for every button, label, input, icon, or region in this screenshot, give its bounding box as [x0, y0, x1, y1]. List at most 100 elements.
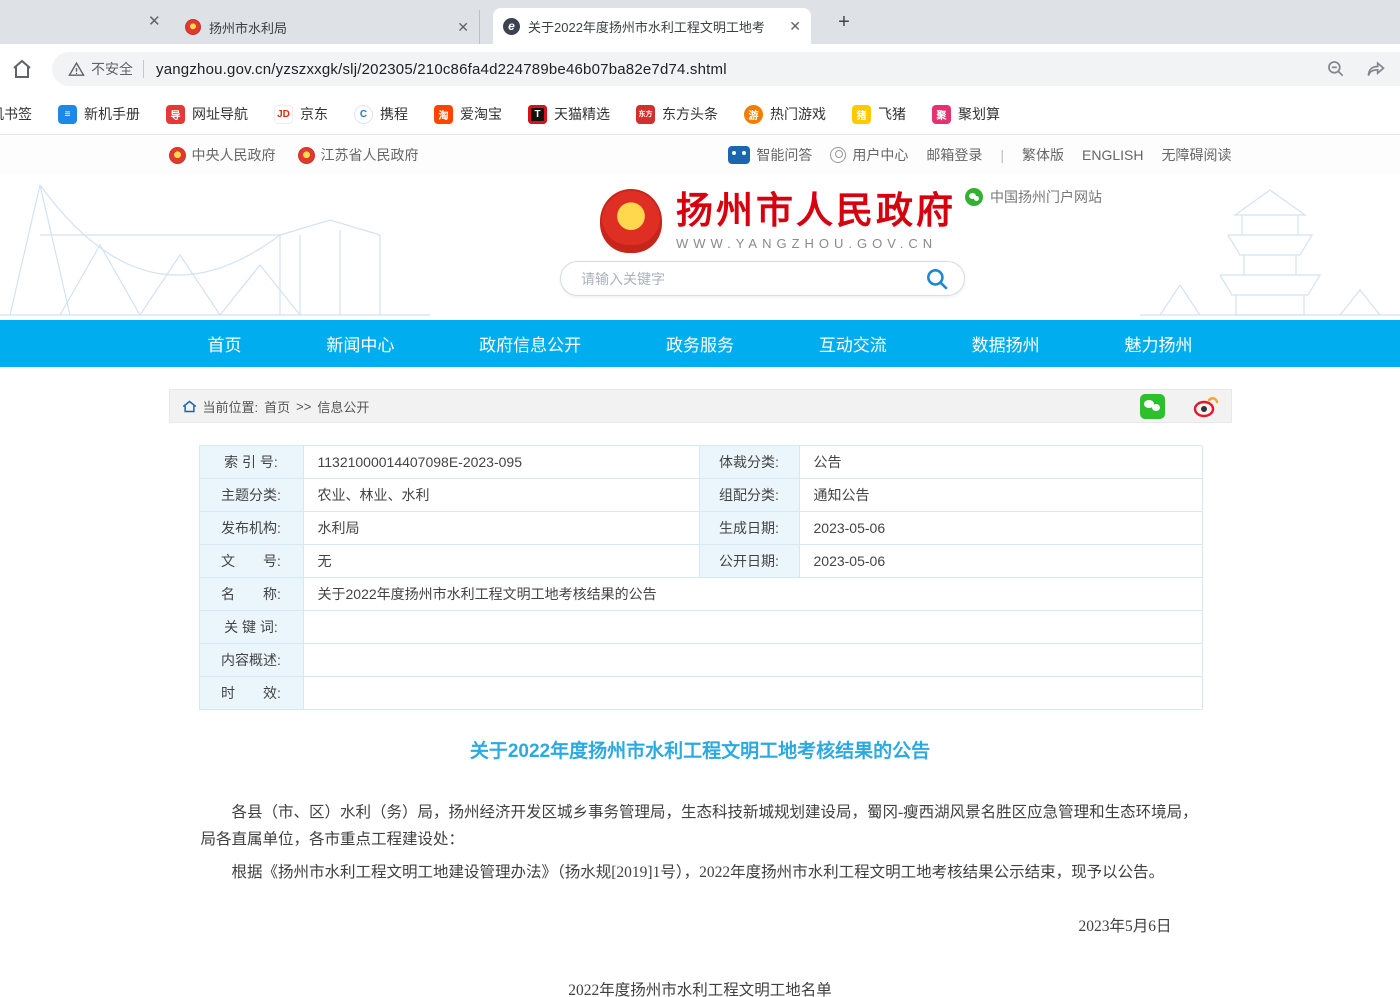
- meta-label: 文 号:: [200, 545, 304, 578]
- link-accessible[interactable]: 无障碍阅读: [1162, 145, 1232, 165]
- link-english[interactable]: ENGLISH: [1082, 147, 1143, 163]
- nav-home[interactable]: 首页: [208, 331, 242, 356]
- site-logo[interactable]: 扬州市人民政府 WWW.YANGZHOU.GOV.CN: [600, 189, 956, 253]
- meta-value: [304, 677, 1203, 710]
- meta-value: 2023-05-06: [800, 545, 1203, 578]
- bookmark-item[interactable]: 东方 东方头条: [636, 104, 718, 124]
- link-central-gov[interactable]: 中央人民政府: [169, 145, 276, 165]
- divider: [143, 60, 144, 78]
- bookmark-item[interactable]: ≡ 新机手册: [58, 104, 140, 124]
- user-icon: [830, 147, 846, 163]
- wechat-share-icon[interactable]: [1140, 394, 1165, 419]
- article-list-title: 2022年度扬州市水利工程文明工地名单: [169, 978, 1232, 997]
- bookmark-label: 天猫精选: [554, 104, 610, 124]
- site-favicon: e: [503, 18, 520, 35]
- meta-label: 生成日期:: [700, 512, 800, 545]
- bookmark-label: 热门游戏: [770, 104, 826, 124]
- bookmark-item[interactable]: 淘 爱淘宝: [434, 104, 502, 124]
- nav-news[interactable]: 新闻中心: [326, 331, 394, 356]
- share-icon[interactable]: [1366, 59, 1386, 79]
- jd-icon: JD: [274, 105, 293, 124]
- bookmark-item[interactable]: 游 热门游戏: [744, 104, 826, 124]
- fliggy-icon: 猪: [852, 105, 871, 124]
- gov-emblem-icon: [298, 147, 315, 164]
- content-area: 当前位置: 首页 >> 信息公开 索 引 号: 1132100001440709…: [169, 389, 1232, 997]
- close-icon[interactable]: ✕: [789, 18, 801, 35]
- meta-value: 水利局: [304, 512, 700, 545]
- new-tab-button[interactable]: +: [830, 8, 858, 36]
- nav-site-icon: 导: [166, 105, 185, 124]
- browser-tab-active[interactable]: e 关于2022年度扬州市水利工程文明工地考 ✕: [493, 8, 811, 44]
- robot-icon: [728, 146, 750, 164]
- weibo-share-icon[interactable]: [1193, 394, 1219, 418]
- meta-label: 体裁分类:: [700, 446, 800, 479]
- site-name: 扬州市人民政府: [676, 191, 956, 232]
- meta-value: 2023-05-06: [800, 512, 1203, 545]
- search-input[interactable]: [581, 271, 924, 287]
- bookmark-item[interactable]: C 携程: [354, 104, 408, 124]
- breadcrumb-home-link[interactable]: 首页: [264, 397, 290, 416]
- close-icon[interactable]: ✕: [457, 19, 469, 36]
- link-label: 江苏省人民政府: [321, 145, 419, 165]
- site-header: 扬州市人民政府 WWW.YANGZHOU.GOV.CN 中国扬州门户网站: [0, 175, 1400, 320]
- wechat-icon: [965, 188, 983, 206]
- search-icon[interactable]: [924, 266, 950, 292]
- bookmark-item[interactable]: 机书签: [0, 104, 32, 124]
- nav-info-disclosure[interactable]: 政府信息公开: [479, 331, 581, 356]
- breadcrumb-current[interactable]: 信息公开: [317, 397, 369, 416]
- home-icon: [182, 400, 197, 413]
- bookmark-item[interactable]: T 天猫精选: [528, 104, 610, 124]
- gov-emblem-favicon: [185, 19, 201, 35]
- nav-interaction[interactable]: 互动交流: [819, 331, 887, 356]
- meta-value: [304, 611, 1203, 644]
- meta-label: 时 效:: [200, 677, 304, 710]
- address-bar[interactable]: 不安全 yangzhou.gov.cn/yzszxxgk/slj/202305/…: [52, 52, 1400, 86]
- bookmarks-bar: 机书签 ≡ 新机手册 导 网址导航 JD 京东 C 携程 淘 爱淘宝 T 天猫精…: [0, 94, 1400, 135]
- meta-label: 发布机构:: [200, 512, 304, 545]
- browser-tab-inactive[interactable]: 扬州市水利局 ✕: [175, 10, 480, 44]
- site-url: WWW.YANGZHOU.GOV.CN: [676, 236, 956, 251]
- meta-value: 农业、林业、水利: [304, 479, 700, 512]
- article-paragraph: 各县（市、区）水利（务）局，扬州经济开发区城乡事务管理局，生态科技新城规划建设局…: [201, 799, 1200, 853]
- games-icon: 游: [744, 105, 763, 124]
- link-mail-login[interactable]: 邮箱登录: [926, 145, 982, 165]
- article-date: 2023年5月6日: [169, 914, 1172, 936]
- bookmark-item[interactable]: 聚 聚划算: [932, 104, 1000, 124]
- tab-title: 关于2022年度扬州市水利工程文明工地考: [528, 17, 781, 36]
- close-icon[interactable]: ✕: [148, 12, 161, 30]
- bridge-artwork: [0, 175, 430, 320]
- meta-value: 关于2022年度扬州市水利工程文明工地考核结果的公告: [304, 578, 1203, 611]
- link-label: 中央人民政府: [192, 145, 276, 165]
- manual-icon: ≡: [58, 105, 77, 124]
- gov-topbar: 中央人民政府 江苏省人民政府 智能问答 用户中心 邮箱登录 | 繁体版 ENGL…: [0, 135, 1400, 175]
- breadcrumb-separator: >>: [296, 399, 311, 414]
- zoom-out-icon[interactable]: [1326, 59, 1346, 79]
- tab-title: 扬州市水利局: [209, 18, 449, 37]
- bookmark-label: 东方头条: [662, 104, 718, 124]
- bookmark-item[interactable]: 导 网址导航: [166, 104, 248, 124]
- bookmark-item[interactable]: JD 京东: [274, 104, 328, 124]
- meta-label: 公开日期:: [700, 545, 800, 578]
- link-user-center[interactable]: 用户中心: [830, 145, 908, 165]
- bookmark-label: 京东: [300, 104, 328, 124]
- home-icon[interactable]: [10, 57, 34, 81]
- nav-charm[interactable]: 魅力扬州: [1124, 331, 1192, 356]
- bookmark-label: 新机手册: [84, 104, 140, 124]
- link-label: 智能问答: [756, 145, 812, 165]
- taobao-icon: 淘: [434, 105, 453, 124]
- bookmark-label: 爱淘宝: [460, 104, 502, 124]
- meta-label: 名 称:: [200, 578, 304, 611]
- nav-data[interactable]: 数据扬州: [972, 331, 1040, 356]
- article: 关于2022年度扬州市水利工程文明工地考核结果的公告 各县（市、区）水利（务）局…: [169, 736, 1232, 997]
- article-paragraph: 根据《扬州市水利工程文明工地建设管理办法》（扬水规[2019]1号），2022年…: [201, 859, 1200, 886]
- breadcrumb-prefix: 当前位置:: [203, 397, 259, 416]
- national-emblem-icon: [600, 189, 662, 253]
- link-label: 用户中心: [852, 145, 908, 165]
- juhuasuan-icon: 聚: [932, 105, 951, 124]
- link-traditional[interactable]: 繁体版: [1022, 145, 1064, 165]
- bookmark-item[interactable]: 猪 飞猪: [852, 104, 906, 124]
- link-jiangsu-gov[interactable]: 江苏省人民政府: [298, 145, 419, 165]
- link-smart-qa[interactable]: 智能问答: [728, 145, 812, 165]
- article-title: 关于2022年度扬州市水利工程文明工地考核结果的公告: [169, 736, 1232, 763]
- nav-services[interactable]: 政务服务: [666, 331, 734, 356]
